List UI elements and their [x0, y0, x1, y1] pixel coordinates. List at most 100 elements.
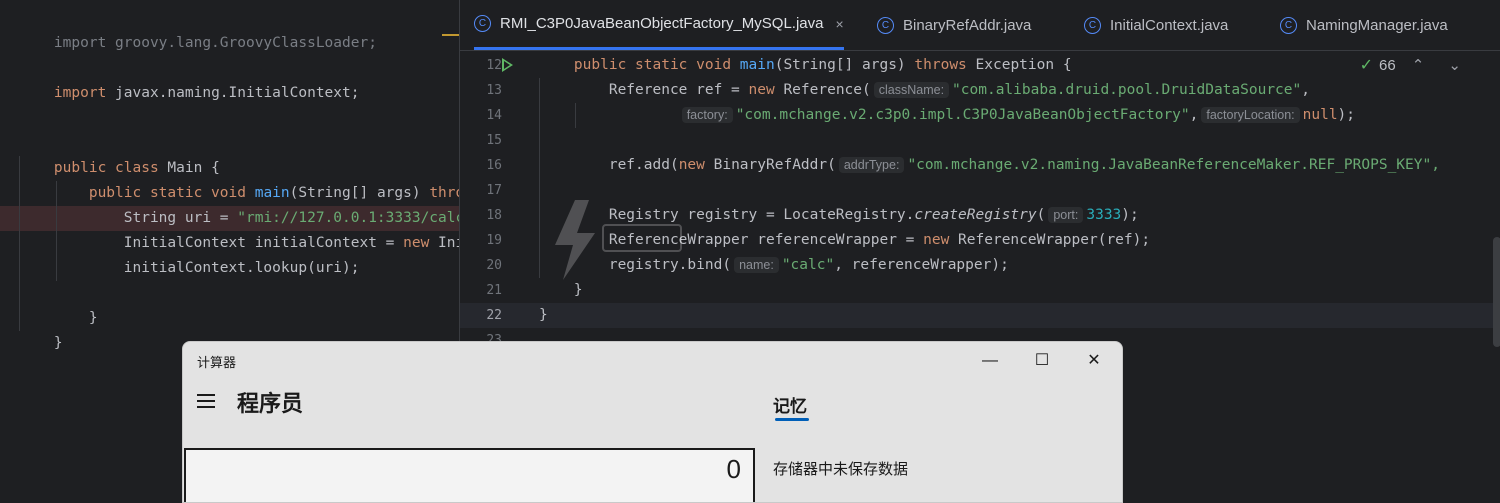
code-line[interactable]: }: [19, 281, 98, 326]
code-token: Exception {: [966, 57, 1072, 73]
code-token: null: [1302, 107, 1338, 123]
line-number: 13: [486, 83, 502, 98]
current-line-highlight: [460, 303, 1500, 328]
code-token: Reference ref =: [539, 82, 749, 98]
tab-label: InitialContext.java: [1110, 16, 1229, 34]
line-number: 19: [486, 233, 502, 248]
tab-label: RMI_C3P0JavaBeanObjectFactory_MySQL.java: [500, 15, 824, 32]
code-line[interactable]: public class Main {: [19, 131, 220, 176]
parameter-hint: name:: [734, 257, 779, 273]
code-token: (String[] args): [774, 57, 915, 73]
line-number: 18: [486, 208, 502, 223]
closing-brace: }: [53, 335, 63, 351]
memory-empty-message: 存储器中未保存数据: [773, 461, 909, 478]
code-line-13[interactable]: Reference ref = new Reference(className:…: [539, 78, 1310, 103]
tab-initial-context[interactable]: C InitialContext.java: [1084, 0, 1228, 50]
class-file-icon: C: [1084, 16, 1101, 34]
calculator-window[interactable]: 计算器 — ☐ ✕ 程序员 记忆 0 存储器中未保存数据: [182, 341, 1123, 503]
code-token: ref.add(: [539, 157, 679, 173]
class-file-icon: C: [877, 16, 894, 34]
string-literal: "calc": [781, 257, 835, 273]
code-token: );: [1121, 207, 1139, 223]
tab-naming-manager[interactable]: C NamingManager.java: [1280, 0, 1448, 50]
active-tab-indicator: [775, 418, 809, 421]
parameter-hint: className:: [873, 82, 950, 98]
code-token: ReferenceWrapper referenceWrapper =: [539, 232, 924, 248]
parameter-hint: addrType:: [838, 157, 905, 173]
hamburger-menu-icon[interactable]: [197, 394, 215, 408]
code-token: ,: [1301, 82, 1310, 98]
code-line-22[interactable]: }: [539, 303, 548, 328]
code-line[interactable]: }: [19, 306, 63, 351]
maximize-button[interactable]: ☐: [1019, 346, 1065, 376]
line-number: 17: [486, 183, 502, 198]
window-title: 计算器: [197, 355, 237, 370]
code-token: Reference(: [774, 82, 871, 98]
vertical-scrollbar[interactable]: [1493, 237, 1500, 347]
parameter-hint: factory:: [681, 107, 733, 123]
code-line[interactable]: initialContext.lookup(uri);: [19, 231, 360, 276]
line-number: 14: [486, 108, 502, 123]
code-line[interactable]: import groovy.lang.GroovyClassLoader;: [19, 6, 377, 51]
code-line-16[interactable]: ref.add(new BinaryRefAddr(addrType: "com.…: [539, 153, 1440, 178]
string-literal: "com.mchange.v2.naming.JavaBeanReference…: [907, 157, 1440, 173]
code-line-21[interactable]: }: [539, 278, 583, 303]
number-literal: 3333: [1086, 207, 1122, 223]
tab-rmi-c3p0-factory[interactable]: C RMI_C3P0JavaBeanObjectFactory_MySQL.ja…: [474, 0, 844, 50]
check-icon: ✓: [1359, 57, 1373, 74]
inspection-widget[interactable]: ✓ 66 ⌃ ⌄: [1360, 55, 1471, 75]
line-number: 20: [486, 258, 502, 273]
code-token: createRegistry: [914, 207, 1037, 223]
code-line-14[interactable]: factory: "com.mchange.v2.c3p0.impl.C3P0Ja…: [539, 103, 1355, 128]
class-file-icon: C: [1280, 16, 1297, 34]
import-target: javax.naming.InitialContext;: [106, 85, 360, 101]
code-token: Registry registry = LocateRegistry.: [539, 207, 915, 223]
code-line[interactable]: String uri = "rmi://127.0.0.1:3333/calc": [19, 181, 459, 226]
minimize-button[interactable]: —: [967, 346, 1013, 376]
code-line-18[interactable]: Registry registry = LocateRegistry.creat…: [539, 203, 1139, 228]
string-literal: "com.alibaba.druid.pool.DruidDataSource": [952, 82, 1302, 98]
inspection-count: 66: [1379, 56, 1396, 74]
code-token: ReferenceWrapper(ref);: [949, 232, 1151, 248]
code-line[interactable]: import javax.naming.InitialContext;: [19, 56, 360, 101]
code-line[interactable]: InitialContext initialContext = new Init: [19, 206, 459, 251]
code-token: );: [1337, 107, 1356, 123]
code-token: public static void: [539, 57, 740, 73]
tab-binary-ref-addr[interactable]: C BinaryRefAddr.java: [877, 0, 1031, 50]
calculator-mode-title: 程序员: [237, 391, 304, 416]
tab-label: BinaryRefAddr.java: [903, 16, 1032, 34]
change-marker: [442, 34, 459, 36]
code-token: throws: [914, 57, 967, 73]
close-button[interactable]: ✕: [1071, 346, 1117, 376]
line-number: 22: [486, 308, 502, 323]
tab-label: NamingManager.java: [1306, 16, 1448, 34]
lookup-call: initialContext.lookup(uri);: [53, 260, 360, 276]
line-number: 21: [486, 283, 502, 298]
display-value: 0: [726, 454, 741, 484]
code-line-19[interactable]: ReferenceWrapper referenceWrapper = new …: [539, 228, 1150, 253]
line-number: 12: [486, 58, 502, 73]
tab-memory[interactable]: 记忆: [773, 392, 807, 417]
code-token: new: [678, 157, 705, 173]
editor-tab-bar: C RMI_C3P0JavaBeanObjectFactory_MySQL.ja…: [460, 0, 1500, 51]
code-token: ,: [1189, 107, 1199, 123]
code-line-12[interactable]: public static void main(String[] args) t…: [539, 53, 1072, 78]
code-token: main: [739, 57, 775, 73]
line-number: 15: [486, 133, 502, 148]
line-number: 16: [486, 158, 502, 173]
code-line[interactable]: public static void main(String[] args) t…: [19, 156, 459, 201]
navigate-arrows-icon[interactable]: ⌃ ⌄: [1412, 56, 1471, 74]
close-tab-icon[interactable]: ×: [835, 16, 843, 32]
code-token: registry.bind(: [539, 257, 732, 273]
code-line-20[interactable]: registry.bind(name: "calc", referenceWrap…: [539, 253, 1009, 278]
import-line: import groovy.lang.GroovyClassLoader;: [53, 35, 377, 51]
run-gutter-icon[interactable]: [502, 58, 513, 72]
code-token: , referenceWrapper);: [834, 257, 1009, 273]
code-token: BinaryRefAddr(: [704, 157, 836, 173]
code-token: new: [923, 232, 950, 248]
code-token: new: [748, 82, 775, 98]
code-token: (: [1036, 207, 1046, 223]
class-file-icon: C: [474, 15, 491, 32]
parameter-hint: factoryLocation:: [1201, 107, 1300, 123]
